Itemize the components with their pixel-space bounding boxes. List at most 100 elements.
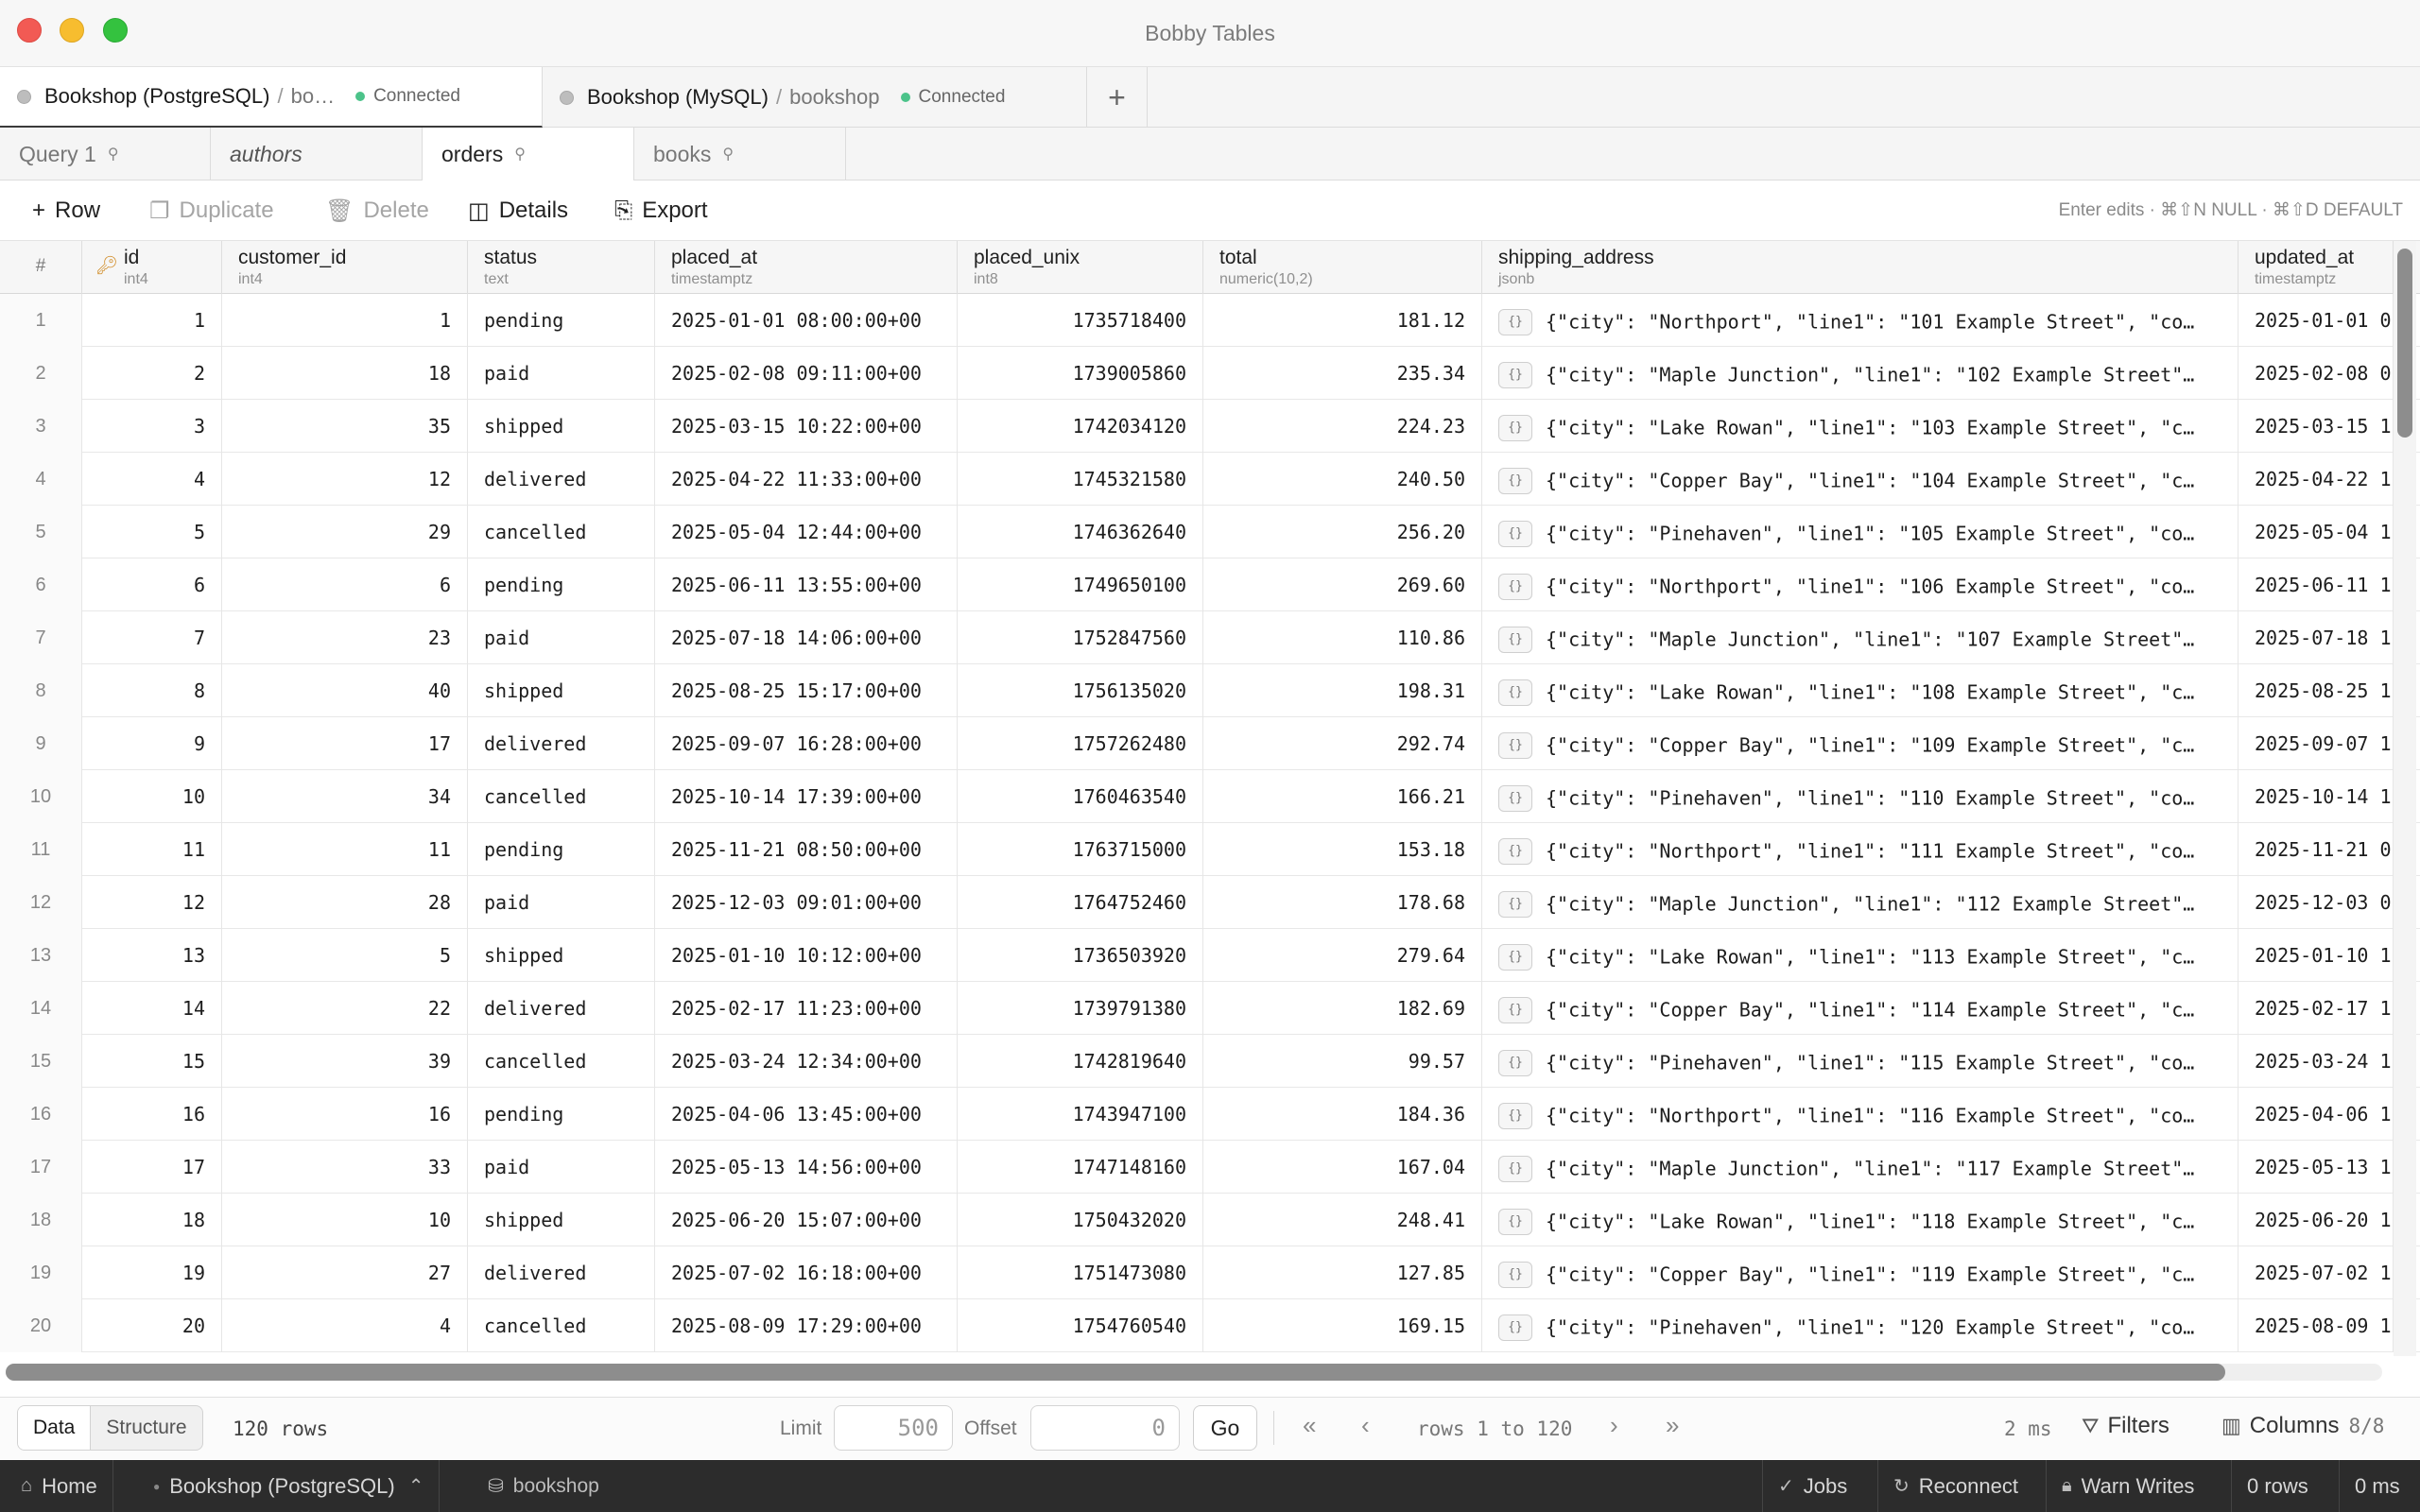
cell-updated-at[interactable]: 2025-09-07 1: [2238, 717, 2394, 770]
database-switcher[interactable]: ⛁ bookshop: [473, 1460, 614, 1512]
cell-placed-at[interactable]: 2025-10-14 17:39:00+00: [655, 770, 958, 823]
home-button[interactable]: ⌂ Home: [6, 1460, 113, 1512]
cell-placed-at[interactable]: 2025-04-22 11:33:00+00: [655, 453, 958, 506]
cell-status[interactable]: pending: [468, 294, 655, 347]
cell-placed-unix[interactable]: 1760463540: [958, 770, 1203, 823]
cell-id[interactable]: 8: [82, 664, 222, 717]
table-row[interactable]: 8 8 40 shipped 2025-08-25 15:17:00+00 1756135…: [0, 664, 2420, 717]
cell-customer-id[interactable]: 40: [222, 664, 468, 717]
cell-updated-at[interactable]: 2025-10-14 1: [2238, 770, 2394, 823]
cell-id[interactable]: 11: [82, 823, 222, 876]
cell-id[interactable]: 6: [82, 558, 222, 611]
cell-total[interactable]: 198.31: [1203, 664, 1482, 717]
table-row[interactable]: 20 20 4 cancelled 2025-08-09 17:29:00+00 1754…: [0, 1299, 2420, 1352]
cell-customer-id[interactable]: 39: [222, 1035, 468, 1088]
vertical-scrollbar[interactable]: [2394, 241, 2416, 1356]
cell-shipping-address[interactable]: {} {"city": "Pinehaven", "line1": "115 Ex…: [1482, 1035, 2238, 1088]
column-header-placed-unix[interactable]: placed_unix int8: [958, 241, 1203, 294]
json-expand-icon[interactable]: {}: [1498, 467, 1532, 494]
cell-id[interactable]: 14: [82, 982, 222, 1035]
cell-total[interactable]: 167.04: [1203, 1141, 1482, 1194]
cell-placed-at[interactable]: 2025-06-20 15:07:00+00: [655, 1194, 958, 1246]
cell-updated-at[interactable]: 2025-06-20 1: [2238, 1194, 2394, 1246]
reconnect-button[interactable]: ↻ Reconnect: [1877, 1460, 2033, 1512]
json-expand-icon[interactable]: {}: [1498, 361, 1532, 388]
cell-updated-at[interactable]: 2025-06-11 1: [2238, 558, 2394, 611]
table-row[interactable]: 11 11 11 pending 2025-11-21 08:50:00+00 17637…: [0, 823, 2420, 876]
cell-placed-unix[interactable]: 1763715000: [958, 823, 1203, 876]
cell-placed-at[interactable]: 2025-07-18 14:06:00+00: [655, 611, 958, 664]
cell-placed-unix[interactable]: 1752847560: [958, 611, 1203, 664]
table-row[interactable]: 10 10 34 cancelled 2025-10-14 17:39:00+00 176…: [0, 770, 2420, 823]
table-row[interactable]: 2 2 18 paid 2025-02-08 09:11:00+00 1739005860…: [0, 347, 2420, 400]
cell-status[interactable]: paid: [468, 876, 655, 929]
json-expand-icon[interactable]: {}: [1498, 679, 1532, 706]
cell-customer-id[interactable]: 11: [222, 823, 468, 876]
pin-icon[interactable]: ⚲: [108, 145, 119, 163]
horizontal-scroll-thumb[interactable]: [6, 1364, 2225, 1381]
cell-shipping-address[interactable]: {} {"city": "Pinehaven", "line1": "105 Ex…: [1482, 506, 2238, 558]
cell-total[interactable]: 110.86: [1203, 611, 1482, 664]
cell-id[interactable]: 2: [82, 347, 222, 400]
cell-id[interactable]: 17: [82, 1141, 222, 1194]
cell-placed-unix[interactable]: 1747148160: [958, 1141, 1203, 1194]
cell-total[interactable]: 292.74: [1203, 717, 1482, 770]
cell-status[interactable]: delivered: [468, 453, 655, 506]
cell-id[interactable]: 7: [82, 611, 222, 664]
cell-id[interactable]: 20: [82, 1299, 222, 1352]
cell-updated-at[interactable]: 2025-08-25 1: [2238, 664, 2394, 717]
json-expand-icon[interactable]: {}: [1498, 890, 1532, 918]
cell-placed-unix[interactable]: 1750432020: [958, 1194, 1203, 1246]
table-row[interactable]: 9 9 17 delivered 2025-09-07 16:28:00+00 17572…: [0, 717, 2420, 770]
cell-shipping-address[interactable]: {} {"city": "Pinehaven", "line1": "120 Ex…: [1482, 1299, 2238, 1352]
cell-status[interactable]: delivered: [468, 717, 655, 770]
cell-customer-id[interactable]: 5: [222, 929, 468, 982]
cell-shipping-address[interactable]: {} {"city": "Lake Rowan", "line1": "113 E…: [1482, 929, 2238, 982]
next-page-icon[interactable]: ›: [1610, 1411, 1618, 1440]
cell-placed-at[interactable]: 2025-09-07 16:28:00+00: [655, 717, 958, 770]
duplicate-button[interactable]: ❐ Duplicate: [149, 180, 274, 241]
cell-id[interactable]: 16: [82, 1088, 222, 1141]
cell-status[interactable]: shipped: [468, 929, 655, 982]
previous-page-icon[interactable]: ‹: [1361, 1411, 1370, 1440]
cell-total[interactable]: 279.64: [1203, 929, 1482, 982]
limit-input[interactable]: 500: [834, 1405, 953, 1451]
cell-placed-at[interactable]: 2025-02-08 09:11:00+00: [655, 347, 958, 400]
json-expand-icon[interactable]: {}: [1498, 784, 1532, 812]
cell-customer-id[interactable]: 23: [222, 611, 468, 664]
cell-placed-unix[interactable]: 1751473080: [958, 1246, 1203, 1299]
cell-placed-unix[interactable]: 1739791380: [958, 982, 1203, 1035]
cell-customer-id[interactable]: 1: [222, 294, 468, 347]
table-row[interactable]: 1 1 1 pending 2025-01-01 08:00:00+00 17357184…: [0, 294, 2420, 347]
tab-data[interactable]: Data: [18, 1406, 92, 1450]
cell-placed-at[interactable]: 2025-03-15 10:22:00+00: [655, 400, 958, 453]
cell-placed-at[interactable]: 2025-01-10 10:12:00+00: [655, 929, 958, 982]
cell-status[interactable]: pending: [468, 1088, 655, 1141]
cell-status[interactable]: shipped: [468, 664, 655, 717]
cell-customer-id[interactable]: 29: [222, 506, 468, 558]
cell-shipping-address[interactable]: {} {"city": "Copper Bay", "line1": "104 E…: [1482, 453, 2238, 506]
cell-shipping-address[interactable]: {} {"city": "Lake Rowan", "line1": "108 E…: [1482, 664, 2238, 717]
cell-placed-unix[interactable]: 1746362640: [958, 506, 1203, 558]
cell-status[interactable]: paid: [468, 347, 655, 400]
cell-status[interactable]: delivered: [468, 982, 655, 1035]
export-button[interactable]: ⎘ Export: [614, 180, 708, 241]
connection-switcher[interactable]: ● Bookshop (PostgreSQL) ⌃: [138, 1460, 441, 1512]
cell-id[interactable]: 1: [82, 294, 222, 347]
new-connection-tab-button[interactable]: +: [1087, 67, 1148, 128]
table-row[interactable]: 16 16 16 pending 2025-04-06 13:45:00+00 17439…: [0, 1088, 2420, 1141]
cell-total[interactable]: 182.69: [1203, 982, 1482, 1035]
details-button[interactable]: ◫ Details: [468, 180, 568, 241]
cell-customer-id[interactable]: 27: [222, 1246, 468, 1299]
column-header-total[interactable]: total numeric(10,2): [1203, 241, 1482, 294]
json-expand-icon[interactable]: {}: [1498, 1261, 1532, 1288]
cell-updated-at[interactable]: 2025-01-10 1: [2238, 929, 2394, 982]
cell-placed-unix[interactable]: 1742819640: [958, 1035, 1203, 1088]
tab-authors[interactable]: authors: [211, 128, 423, 180]
offset-input[interactable]: 0: [1030, 1405, 1180, 1451]
cell-shipping-address[interactable]: {} {"city": "Pinehaven", "line1": "110 Ex…: [1482, 770, 2238, 823]
columns-button[interactable]: ▥ Columns 8/8: [2221, 1413, 2384, 1439]
connection-tab-mysql[interactable]: Bookshop (MySQL) / bookshop Connected: [543, 67, 1087, 128]
cell-placed-at[interactable]: 2025-07-02 16:18:00+00: [655, 1246, 958, 1299]
table-row[interactable]: 7 7 23 paid 2025-07-18 14:06:00+00 1752847560…: [0, 611, 2420, 664]
